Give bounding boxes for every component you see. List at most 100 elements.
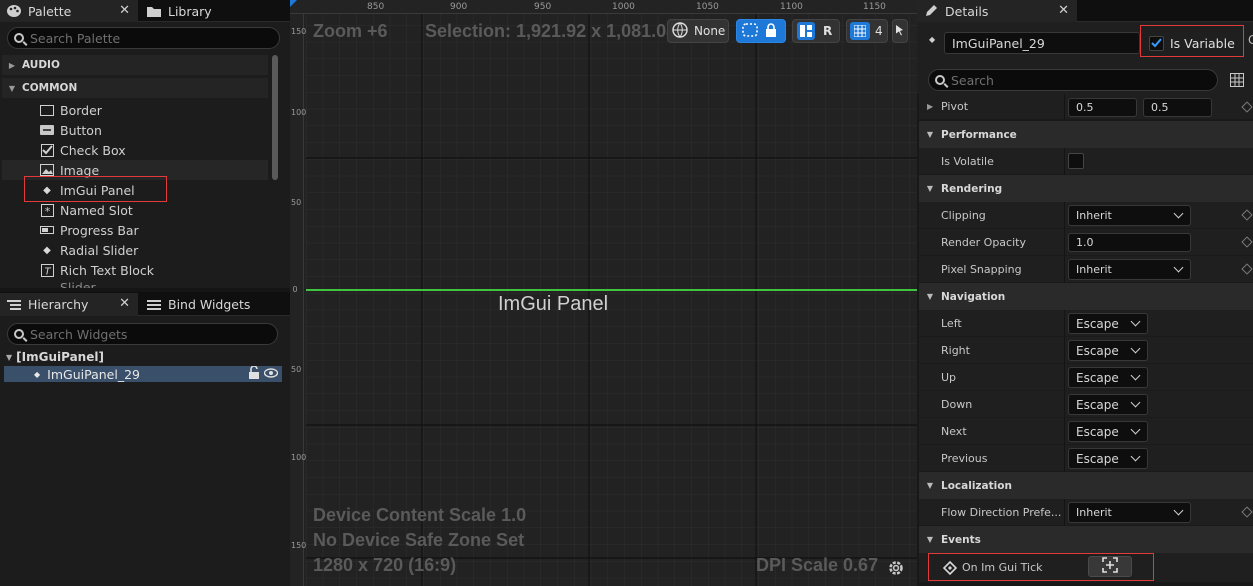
unlock-icon[interactable] <box>248 365 260 382</box>
hierarchy-root[interactable]: ▼ [ImGuiPanel] <box>6 349 104 365</box>
nav-right-label: Right <box>941 343 970 357</box>
pivot-x-field[interactable]: 0.5 <box>1068 98 1137 117</box>
widget-name-field[interactable]: ImGuiPanel_29 <box>944 32 1140 54</box>
vruler-label: 100 <box>291 108 307 117</box>
pivot-x-value: 0.5 <box>1076 101 1094 114</box>
collapse-icon: ▼ <box>8 83 16 93</box>
tab-hierarchy[interactable]: Hierarchy ✕ <box>0 293 138 316</box>
localization-preview-button[interactable]: None <box>667 19 729 43</box>
ruler-label: 1150 <box>863 2 886 12</box>
highlight-imgui-panel <box>24 176 167 202</box>
tab-bind-widgets[interactable]: Bind Widgets <box>140 293 290 316</box>
nav-previous-dropdown[interactable]: Escape <box>1068 448 1148 469</box>
ruler-label: 1100 <box>780 2 803 12</box>
details-search-placeholder: Search <box>951 72 994 88</box>
render-opacity-field[interactable]: 1.0 <box>1068 233 1191 252</box>
chevron-down-icon <box>1173 505 1184 516</box>
palette-item-radial-slider[interactable]: ◆ Radial Slider <box>40 240 138 260</box>
hierarchy-item-imguipanel[interactable]: ◆ ImGuiPanel_29 <box>4 365 282 382</box>
collapse-icon: ▼ <box>926 535 934 544</box>
nav-next-dropdown[interactable]: Escape <box>1068 421 1148 442</box>
hierarchy-search-input[interactable]: Search Widgets <box>7 323 278 345</box>
palette-item-slider[interactable]: Slider <box>40 280 268 288</box>
is-volatile-checkbox[interactable] <box>1068 153 1084 169</box>
section-rendering[interactable]: ▼ Rendering <box>919 175 1253 202</box>
diamond-icon: ◆ <box>929 35 936 44</box>
transform-mode-button-group[interactable] <box>736 19 786 43</box>
category-common[interactable]: ▼ COMMON <box>2 78 268 98</box>
nav-next-label: Next <box>941 424 967 438</box>
pixel-snapping-label: Pixel Snapping <box>941 262 1022 276</box>
diamond-icon: ◆ <box>43 244 51 256</box>
tab-library[interactable]: Library <box>140 0 290 22</box>
pixel-snapping-value: Inherit <box>1076 263 1112 276</box>
palette-item-progress-bar[interactable]: Progress Bar <box>40 220 139 240</box>
lock-icon[interactable] <box>765 22 777 40</box>
designer-viewport[interactable]: 850 900 950 1000 1050 1100 1150 ImGui Pa… <box>290 0 917 586</box>
palette-scrollbar[interactable] <box>272 55 278 180</box>
vruler-label: 150 <box>291 541 307 550</box>
palette-search-input[interactable]: Search Palette <box>7 27 280 49</box>
flow-direction-value: Inherit <box>1076 506 1112 519</box>
resolution-label: 1280 x 720 (16:9) <box>313 555 457 575</box>
grid-count-label: 4 <box>875 24 883 38</box>
palette-item-label: Named Slot <box>60 202 133 218</box>
nav-up-dropdown[interactable]: Escape <box>1068 367 1148 388</box>
vruler-label: 100 <box>291 453 307 462</box>
cursor-mode-button[interactable] <box>892 19 908 43</box>
close-icon[interactable]: ✕ <box>1058 3 1069 18</box>
category-audio[interactable]: ▶ AUDIO <box>2 55 268 75</box>
details-search-input[interactable]: Search <box>928 69 1218 91</box>
nav-left-dropdown[interactable]: Escape <box>1068 313 1148 334</box>
section-events-label: Events <box>941 533 981 546</box>
flow-direction-dropdown[interactable]: Inherit <box>1068 502 1191 523</box>
is-volatile-label: Is Volatile <box>941 154 994 168</box>
dpi-settings-gear-icon[interactable] <box>887 559 905 580</box>
tab-details[interactable]: Details ✕ <box>917 0 1077 22</box>
marquee-select-icon[interactable] <box>741 22 759 41</box>
section-localization[interactable]: ▼ Localization <box>919 472 1253 499</box>
pivot-y-field[interactable]: 0.5 <box>1143 98 1212 117</box>
section-performance[interactable]: ▼ Performance <box>919 121 1253 148</box>
nav-previous-label: Previous <box>941 451 988 465</box>
eye-icon[interactable] <box>263 367 279 382</box>
nav-right-dropdown[interactable]: Escape <box>1068 340 1148 361</box>
hierarchy-search-placeholder: Search Widgets <box>30 326 128 342</box>
section-performance-label: Performance <box>941 128 1017 141</box>
respect-locks-button[interactable]: R <box>792 19 840 43</box>
close-icon[interactable]: ✕ <box>119 296 130 311</box>
close-icon[interactable]: ✕ <box>119 3 130 18</box>
palette-item-rich-text[interactable]: T Rich Text Block <box>40 260 154 280</box>
palette-item-named-slot[interactable]: * Named Slot <box>40 200 133 220</box>
highlight-event <box>928 553 1154 581</box>
cursor-icon <box>895 24 905 39</box>
folder-icon <box>146 3 162 19</box>
expand-icon[interactable]: ▶ <box>927 102 933 111</box>
palette-item-border[interactable]: Border <box>40 100 102 120</box>
list-icon <box>146 297 162 313</box>
palette-item-label: Progress Bar <box>60 222 139 238</box>
palette-item-button[interactable]: Button <box>40 120 102 140</box>
grid-snap-button[interactable]: 4 <box>846 19 888 43</box>
property-matrix-icon[interactable] <box>1230 73 1244 90</box>
section-navigation[interactable]: ▼ Navigation <box>919 283 1253 310</box>
section-events[interactable]: ▼ Events <box>919 526 1253 553</box>
palette-item-checkbox[interactable]: Check Box <box>40 140 126 160</box>
nav-down-dropdown[interactable]: Escape <box>1068 394 1148 415</box>
border-icon <box>40 104 54 116</box>
localization-label: None <box>694 24 726 38</box>
palette-item-label: Button <box>60 122 102 138</box>
clipping-label: Clipping <box>941 208 986 222</box>
collapse-icon: ▼ <box>926 130 934 139</box>
button-icon <box>40 124 54 136</box>
zoom-label: Zoom +6 <box>313 21 388 41</box>
image-icon <box>40 164 54 176</box>
pencil-icon <box>923 3 939 19</box>
tab-palette[interactable]: Palette ✕ <box>0 0 138 22</box>
grid-snap-icon <box>797 22 815 40</box>
hierarchy-item-label: ImGuiPanel_29 <box>47 366 140 382</box>
pixel-snapping-dropdown[interactable]: Inherit <box>1068 259 1191 280</box>
category-common-label: COMMON <box>22 82 78 94</box>
clipping-dropdown[interactable]: Inherit <box>1068 205 1191 226</box>
expand-icon: ▶ <box>8 60 16 70</box>
